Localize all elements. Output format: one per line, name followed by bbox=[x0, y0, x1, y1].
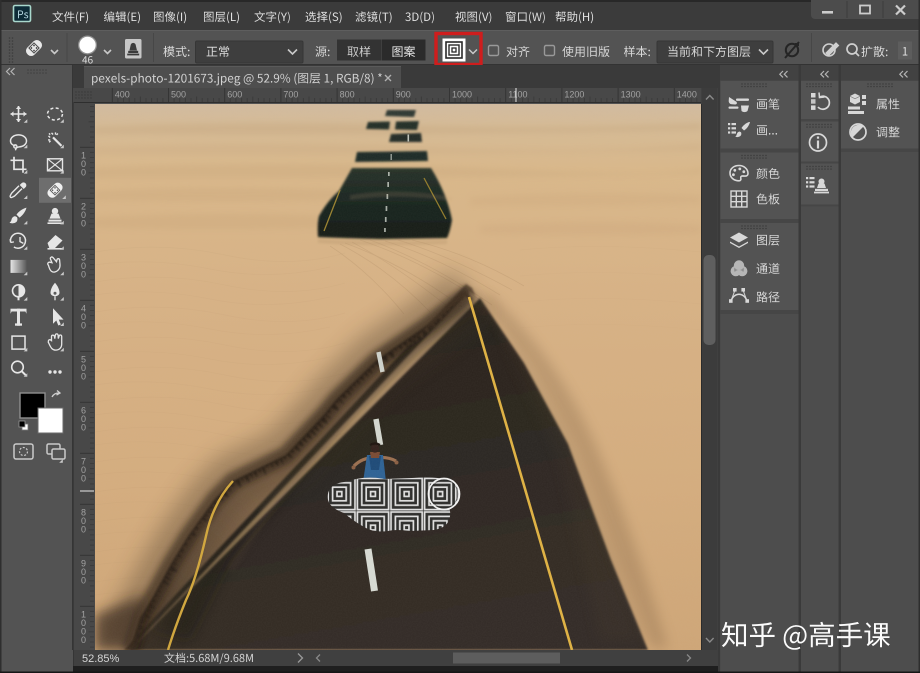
svg-text:400: 400 bbox=[115, 90, 130, 100]
svg-text:800: 800 bbox=[340, 90, 355, 100]
svg-text:1300: 1300 bbox=[621, 90, 641, 100]
svg-text:0: 0 bbox=[81, 423, 86, 433]
svg-text:0: 0 bbox=[81, 635, 86, 645]
svg-text:600: 600 bbox=[227, 90, 242, 100]
svg-text:0: 0 bbox=[81, 270, 86, 280]
svg-text:1100: 1100 bbox=[508, 90, 527, 100]
svg-text:700: 700 bbox=[283, 90, 298, 100]
svg-text:0: 0 bbox=[81, 372, 86, 382]
svg-text:500: 500 bbox=[171, 90, 186, 100]
svg-text:52.85%: 52.85% bbox=[82, 653, 120, 665]
svg-text:900: 900 bbox=[396, 90, 411, 100]
svg-text:0: 0 bbox=[81, 525, 86, 535]
svg-text:0: 0 bbox=[81, 576, 86, 586]
svg-text:1200: 1200 bbox=[564, 90, 584, 100]
svg-text:1000: 1000 bbox=[452, 90, 472, 100]
svg-text:0: 0 bbox=[81, 321, 86, 331]
svg-text:0: 0 bbox=[81, 219, 86, 229]
svg-text:1400: 1400 bbox=[677, 90, 697, 100]
svg-text:0: 0 bbox=[81, 474, 86, 484]
svg-text:0: 0 bbox=[81, 168, 86, 178]
